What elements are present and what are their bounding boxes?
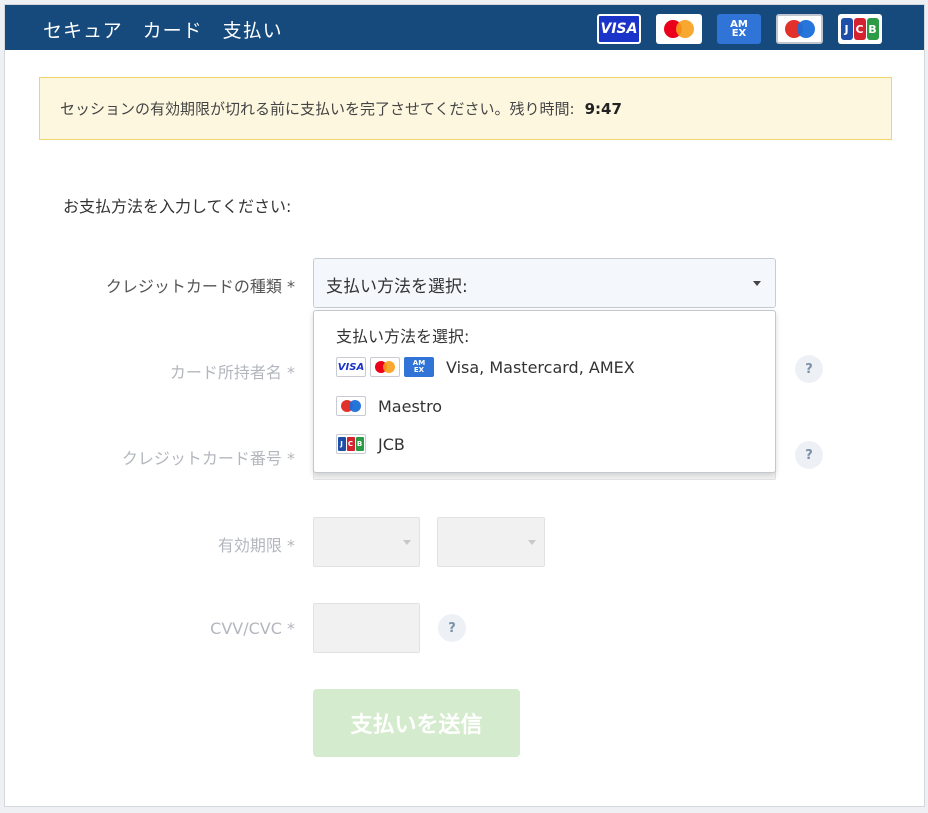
jcb-icon: JCB [336,434,366,454]
mastercard-icon [370,357,400,377]
card-number-help-icon[interactable]: ? [795,441,823,469]
amex-logo-text: AM EX [730,19,748,39]
cvv-input[interactable] [313,603,420,653]
amex-icon: AM EX [404,357,434,377]
visa-logo-icon: VISA [597,14,641,44]
option-label: Visa, Mastercard, AMEX [446,357,635,377]
mastercard-logo-icon [656,14,702,44]
option-jcb[interactable]: JCB JCB [336,430,405,458]
amex-logo-icon: AM EX [717,14,761,44]
payment-card: セキュア カード 支払い VISA AM EX JCB セッションの有効期限が切… [4,4,925,807]
option-maestro[interactable]: Maestro [336,392,442,420]
chevron-down-icon [753,281,761,286]
header-bar: セキュア カード 支払い VISA AM EX JCB [5,5,924,50]
remaining-time: 9:47 [584,100,622,118]
chevron-down-icon [528,540,536,545]
payment-method-dropdown: 支払い方法を選択: VISA AM EX Visa, Mastercard, AM… [313,310,776,473]
notice-text: セッションの有効期限が切れる前に支払いを完了させてください。残り時間: [60,100,575,118]
option-visa-mastercard-amex[interactable]: VISA AM EX Visa, Mastercard, AMEX [336,353,635,381]
option-label: JCB [378,434,405,454]
maestro-icon [336,396,366,416]
expiry-month-select[interactable] [313,517,420,567]
maestro-logo-icon [776,14,823,44]
chevron-down-icon [403,540,411,545]
expiry-year-select[interactable] [437,517,545,567]
cvv-help-icon[interactable]: ? [438,614,466,642]
cardholder-name-label: カード所持者名 * [169,363,295,382]
cvv-label: CVV/CVC * [210,619,295,638]
dropdown-header: 支払い方法を選択: [336,327,470,346]
submit-payment-button[interactable]: 支払いを送信 [313,689,520,757]
cardholder-help-icon[interactable]: ? [795,355,823,383]
page-title: セキュア カード 支払い [43,20,283,42]
form-prompt: お支払方法を入力してください: [63,197,292,216]
card-type-select[interactable]: 支払い方法を選択: [313,258,776,308]
expiry-label: 有効期限 * [217,536,295,555]
card-type-label: クレジットカードの種類 * [105,277,295,296]
visa-icon: VISA [336,357,366,377]
option-label: Maestro [378,396,443,416]
card-number-label: クレジットカード番号 * [121,449,295,468]
session-timeout-notice: セッションの有効期限が切れる前に支払いを完了させてください。残り時間: 9:47 [39,77,892,140]
visa-logo-text: VISA [600,21,638,37]
jcb-logo-icon: JCB [838,14,882,44]
card-type-value: 支払い方法を選択: [326,277,468,297]
